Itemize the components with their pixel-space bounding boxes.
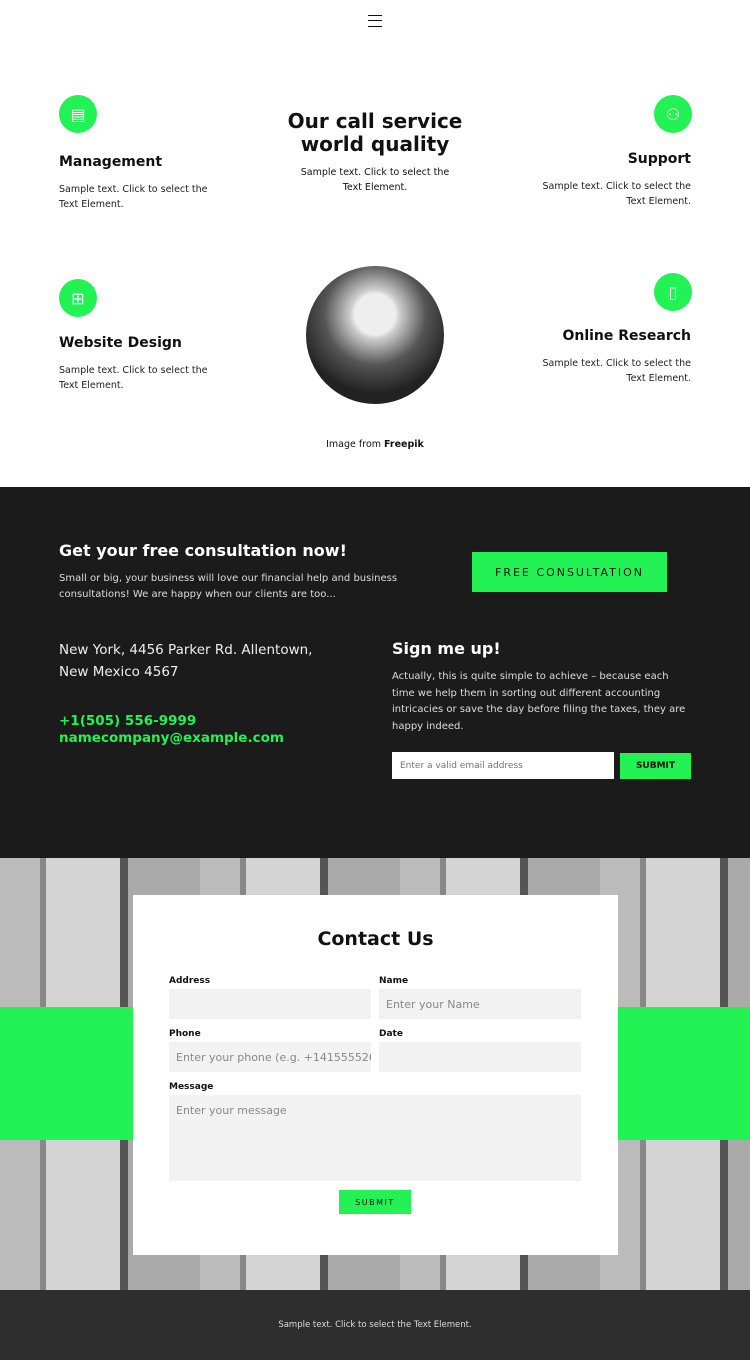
consultation-section: Get your free consultation now! Small or… xyxy=(0,487,750,858)
signup-text: Actually, this is quite simple to achiev… xyxy=(392,671,686,732)
feature-online-research: Online Research Sample text. Click to se… xyxy=(521,328,691,386)
contact-form: Contact Us Address Name Enter your Name … xyxy=(133,895,618,1255)
feature-title: Online Research xyxy=(562,328,691,344)
form-title: Contact Us xyxy=(317,928,434,950)
feature-text: Sample text. Click to select the Text El… xyxy=(59,365,208,391)
address-line: New York, 4456 Parker Rd. Allentown, xyxy=(59,642,313,658)
form-submit-button[interactable]: SUBMIT xyxy=(339,1190,411,1214)
footer-text: Sample text. Click to select the Text El… xyxy=(278,1320,472,1330)
message-textarea[interactable]: Enter your message xyxy=(169,1095,581,1181)
name-input[interactable]: Enter your Name xyxy=(379,989,581,1019)
document-icon: ▤ xyxy=(59,95,97,133)
address-line: New Mexico 4567 xyxy=(59,664,179,680)
grid-icon: ⊞ xyxy=(59,279,97,317)
feature-text: Sample text. Click to select the Text El… xyxy=(542,358,691,384)
free-consultation-button[interactable]: FREE CONSULTATION xyxy=(472,552,667,592)
feature-text: Sample text. Click to select the Text El… xyxy=(59,184,208,210)
user-icon: ⚇ xyxy=(654,95,692,133)
feature-website-design: Website Design Sample text. Click to sel… xyxy=(59,335,229,393)
address-input[interactable] xyxy=(169,989,371,1019)
credit-prefix: Image from xyxy=(326,439,385,450)
feature-title: Support xyxy=(627,151,691,167)
hamburger-icon[interactable] xyxy=(368,15,382,27)
date-input[interactable] xyxy=(379,1042,581,1072)
feature-text: Sample text. Click to select the Text El… xyxy=(542,181,691,207)
email-link[interactable]: namecompany@example.com xyxy=(59,730,284,747)
image-credit: Image from Freepik xyxy=(0,439,750,450)
consult-text: Small or big, your business will love ou… xyxy=(59,573,398,600)
signup-title: Sign me up! xyxy=(392,639,501,658)
email-input[interactable] xyxy=(392,752,614,779)
hero-text: Sample text. Click to select the Text El… xyxy=(300,167,450,193)
consult-title: Get your free consultation now! xyxy=(59,541,347,560)
name-label: Name xyxy=(379,976,409,986)
feature-title: Website Design xyxy=(59,335,182,351)
feature-management: Management Sample text. Click to select … xyxy=(59,154,229,212)
phone-input[interactable]: Enter your phone (e.g. +14155552675) xyxy=(169,1042,371,1072)
portrait-image xyxy=(306,266,444,404)
date-label: Date xyxy=(379,1029,403,1039)
footer: Sample text. Click to select the Text El… xyxy=(0,1290,750,1360)
signup-submit-button[interactable]: SUBMIT xyxy=(620,753,691,779)
message-label: Message xyxy=(169,1082,214,1092)
freepik-link[interactable]: Freepik xyxy=(384,439,424,450)
feature-title: Management xyxy=(59,154,163,170)
phone-link[interactable]: +1(505) 556-9999 xyxy=(59,713,196,730)
phone-label: Phone xyxy=(169,1029,201,1039)
address: New York, 4456 Parker Rd. Allentown, New… xyxy=(59,639,312,683)
address-label: Address xyxy=(169,976,211,986)
feature-support: Support Sample text. Click to select the… xyxy=(521,151,691,209)
hero-title-1: Our call service xyxy=(287,109,463,133)
mobile-icon: ▯ xyxy=(654,273,692,311)
